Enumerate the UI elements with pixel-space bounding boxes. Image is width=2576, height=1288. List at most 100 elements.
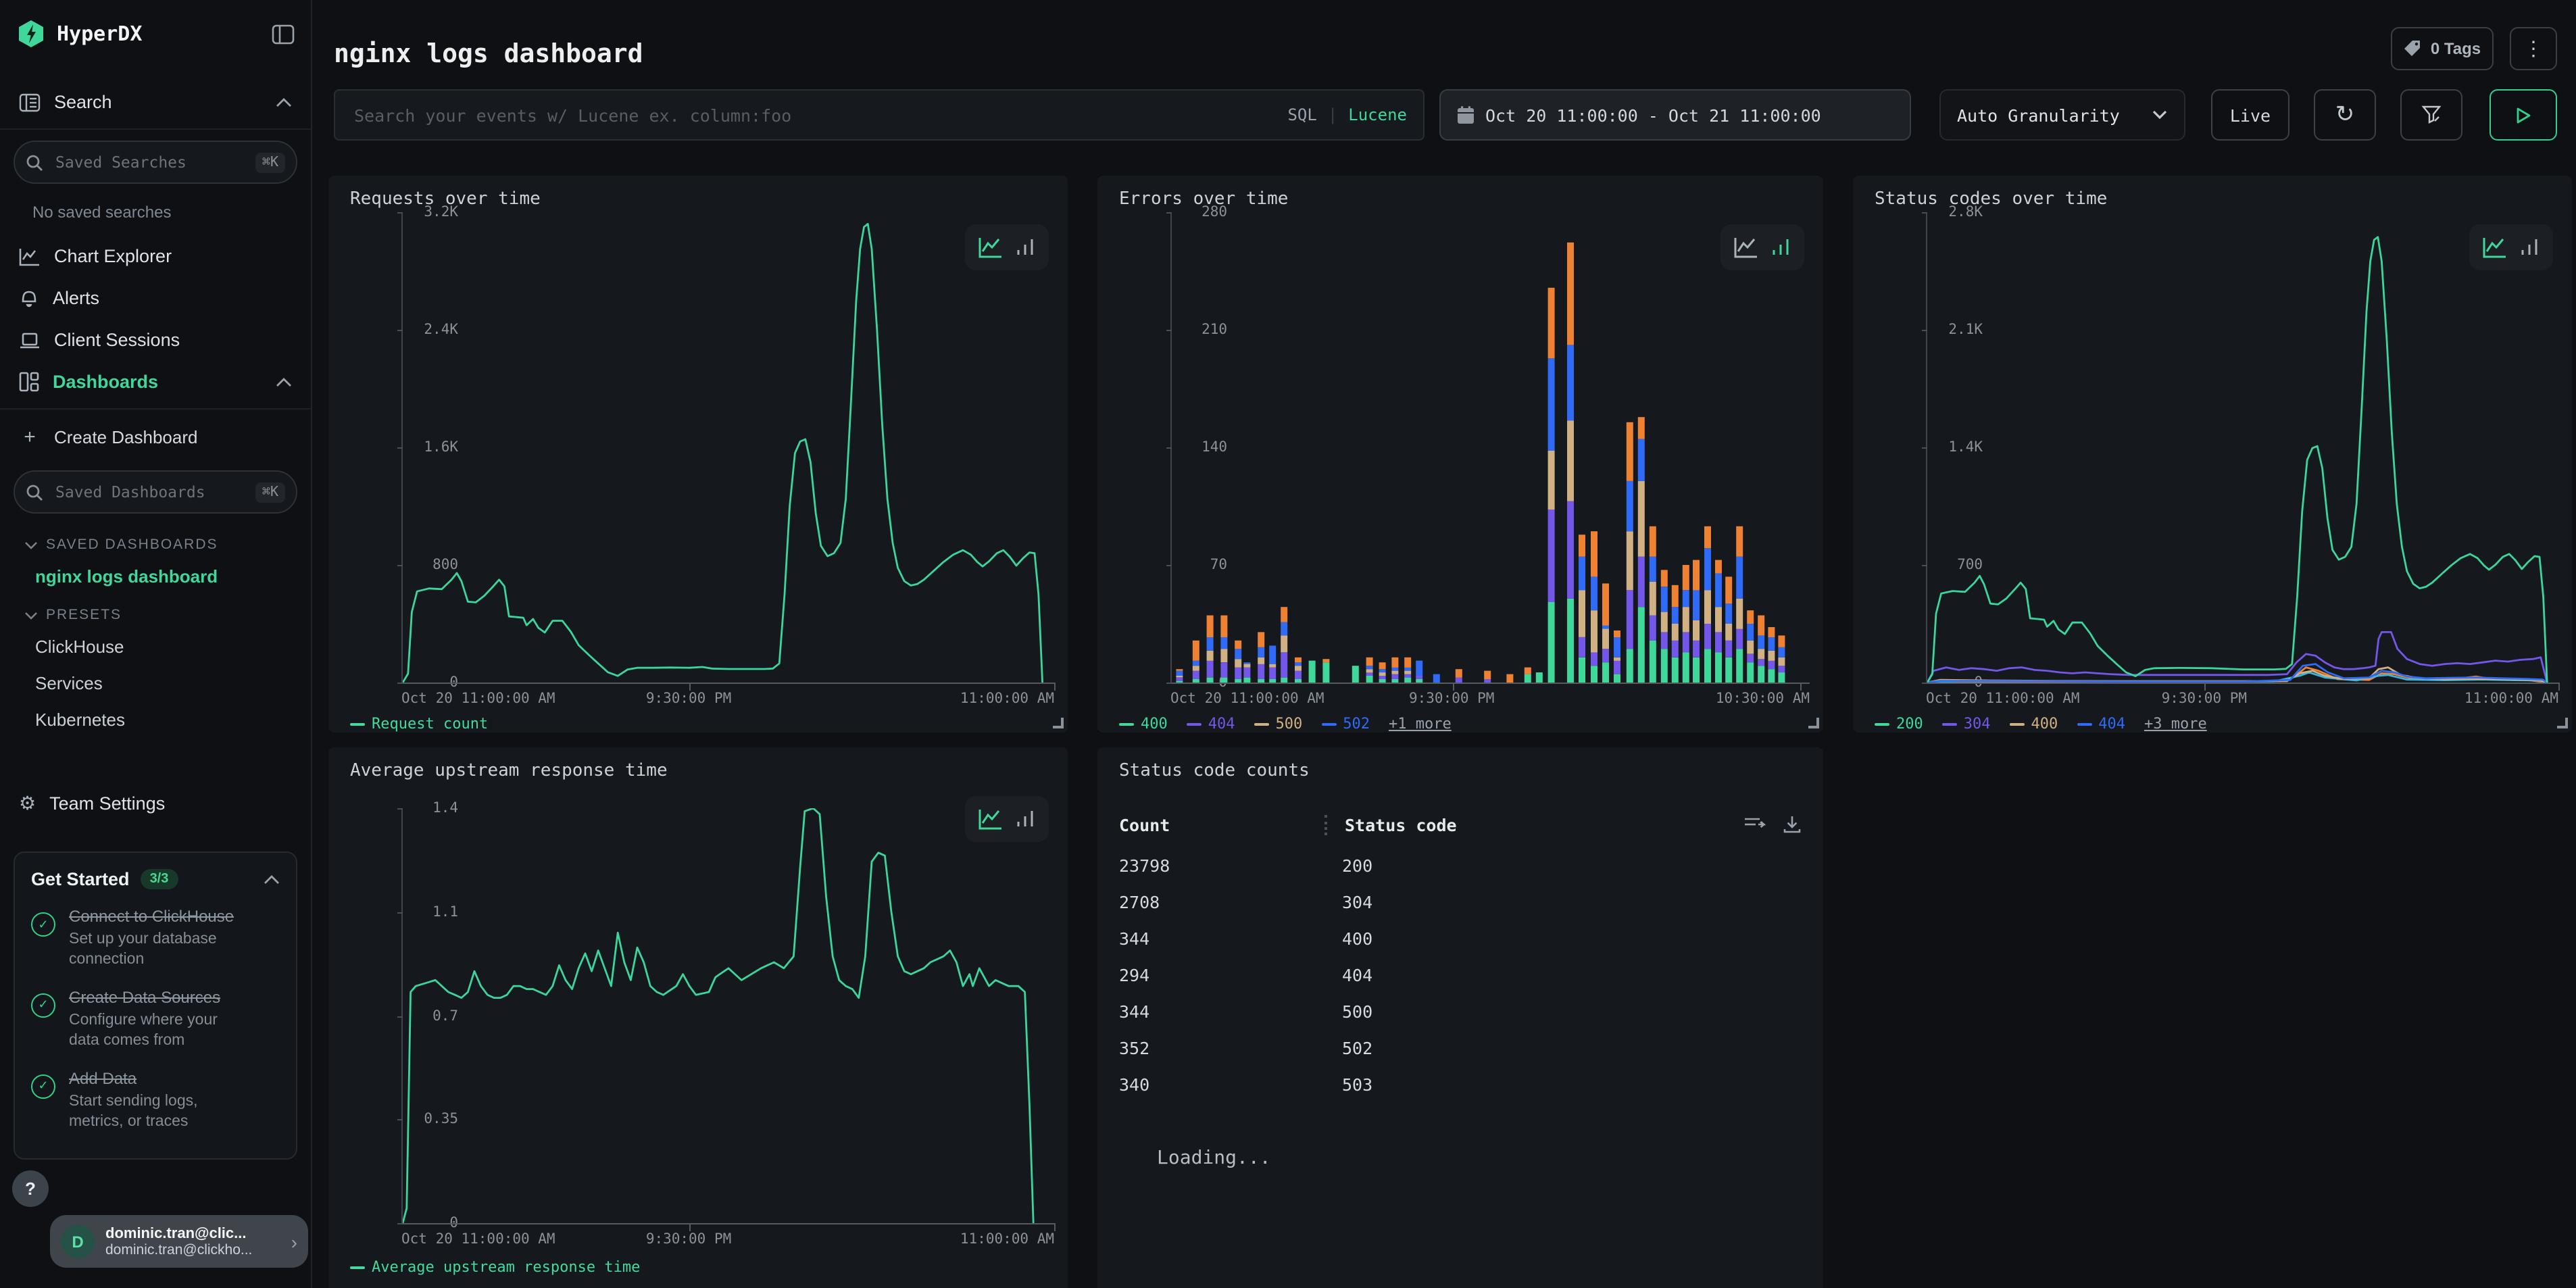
legend-item[interactable]: 200 bbox=[1875, 715, 1923, 733]
chevron-up-icon[interactable] bbox=[264, 874, 280, 885]
filter-button[interactable] bbox=[2400, 89, 2462, 141]
sidebar-item-label: Team Settings bbox=[49, 793, 292, 814]
saved-searches-input[interactable] bbox=[53, 151, 246, 173]
table-row[interactable]: 352502 bbox=[1119, 1030, 1802, 1066]
hyperdx-app: HyperDX Search ⌘K No saved searches Char… bbox=[0, 0, 2576, 1288]
chart-plot[interactable] bbox=[401, 212, 1054, 684]
chevron-up-icon bbox=[276, 376, 292, 387]
chart-type-toggle bbox=[965, 224, 1049, 270]
get-started-item[interactable]: ✓ Create Data Sources Configure where yo… bbox=[31, 985, 280, 1051]
sidebar-item-label: Search bbox=[54, 92, 262, 112]
get-started-item-title: Add Data bbox=[69, 1069, 137, 1088]
table-cell-count: 344 bbox=[1119, 1001, 1342, 1022]
user-account-button[interactable]: D dominic.tran@clic... dominic.tran@clic… bbox=[50, 1215, 308, 1268]
saved-dashboards-header[interactable]: SAVED DASHBOARDS bbox=[0, 524, 311, 558]
legend-item[interactable]: 404 bbox=[2077, 715, 2125, 733]
table-row[interactable]: 340503 bbox=[1119, 1066, 1802, 1103]
table-row[interactable]: 344500 bbox=[1119, 993, 1802, 1030]
line-chart-toggle-icon[interactable] bbox=[1733, 235, 1760, 259]
panel-errors-over-time: Errors over time 280210140700 Oct 20 11:… bbox=[1097, 176, 1823, 733]
date-range-picker[interactable]: Oct 20 11:00:00 - Oct 21 11:00:00 bbox=[1439, 89, 1911, 141]
sidebar-item-search[interactable]: Search bbox=[0, 81, 311, 123]
check-circle-icon: ✓ bbox=[31, 1074, 55, 1099]
lucene-mode-toggle[interactable]: Lucene bbox=[1348, 105, 1407, 124]
x-axis-tick-label: Oct 20 11:00:00 AM bbox=[401, 691, 555, 707]
create-dashboard-button[interactable]: + Create Dashboard bbox=[0, 415, 311, 460]
sidebar-item-clickhouse[interactable]: ClickHouse bbox=[0, 628, 311, 665]
column-header-status-code[interactable]: Status code bbox=[1345, 814, 1457, 835]
column-header-count[interactable]: Count bbox=[1119, 814, 1324, 835]
sidebar-item-client-sessions[interactable]: Client Sessions bbox=[0, 319, 311, 361]
live-button[interactable]: Live bbox=[2211, 89, 2289, 141]
sidebar-item-chart-explorer[interactable]: Chart Explorer bbox=[0, 235, 311, 277]
table-cell-count: 352 bbox=[1119, 1038, 1342, 1058]
sidebar-item-alerts[interactable]: Alerts bbox=[0, 277, 311, 319]
bar-chart-toggle-icon[interactable] bbox=[1015, 237, 1037, 258]
chart-plot[interactable] bbox=[1926, 212, 2558, 684]
sql-mode-toggle[interactable]: SQL bbox=[1287, 105, 1316, 124]
sidebar-item-label: Alerts bbox=[53, 288, 292, 308]
presets-header[interactable]: PRESETS bbox=[0, 595, 311, 628]
column-resize-handle[interactable] bbox=[1324, 814, 1329, 835]
panel-title: Status code counts bbox=[1119, 761, 1310, 781]
legend-item[interactable]: 500 bbox=[1254, 715, 1303, 733]
granularity-select[interactable]: Auto Granularity bbox=[1939, 89, 2185, 141]
sidebar-item-team-settings[interactable]: ⚙ Team Settings bbox=[0, 781, 311, 826]
get-started-item[interactable]: ✓ Connect to ClickHouse Set up your data… bbox=[31, 904, 280, 970]
x-axis-tick-label: Oct 20 11:00:00 AM bbox=[401, 1231, 555, 1247]
sidebar-item-dashboards[interactable]: Dashboards bbox=[0, 361, 311, 403]
sidebar-item-nginx-logs-dashboard[interactable]: nginx logs dashboard bbox=[0, 558, 311, 595]
legend-item[interactable]: 304 bbox=[1942, 715, 1991, 733]
legend-item[interactable]: 400 bbox=[1119, 715, 1168, 733]
table-cell-status-code: 404 bbox=[1342, 965, 1372, 985]
shortcut-badge: ⌘K bbox=[255, 152, 285, 172]
table-cell-count: 340 bbox=[1119, 1074, 1342, 1095]
table-row[interactable]: 344400 bbox=[1119, 920, 1802, 957]
legend-more-link[interactable]: +3 more bbox=[2144, 715, 2207, 733]
help-button[interactable]: ? bbox=[12, 1170, 49, 1207]
run-query-button[interactable] bbox=[2490, 89, 2557, 141]
user-email-primary: dominic.tran@clic... bbox=[105, 1225, 280, 1241]
play-icon bbox=[2515, 106, 2531, 124]
dashboards-icon bbox=[19, 372, 39, 392]
chevron-up-icon bbox=[276, 97, 292, 107]
table-row[interactable]: 2708304 bbox=[1119, 884, 1802, 920]
table-row[interactable]: 23798200 bbox=[1119, 847, 1802, 884]
chart-explorer-icon bbox=[19, 247, 41, 266]
x-axis-tick-label: 11:00:00 AM bbox=[960, 1231, 1054, 1247]
line-chart-toggle-icon[interactable] bbox=[977, 235, 1004, 259]
x-axis-tick-label: 9:30:00 PM bbox=[646, 1231, 731, 1247]
legend-item[interactable]: Request count bbox=[350, 715, 488, 733]
chevron-down-icon bbox=[24, 540, 38, 549]
sidebar-item-label: Dashboards bbox=[53, 372, 262, 392]
chart-plot[interactable] bbox=[1170, 212, 1810, 684]
panel-title: Status codes over time bbox=[1875, 189, 2107, 209]
sidebar-item-kubernetes[interactable]: Kubernetes bbox=[0, 701, 311, 738]
legend-item[interactable]: Average upstream response time bbox=[350, 1258, 640, 1276]
granularity-value: Auto Granularity bbox=[1957, 105, 2120, 125]
table-options-icon[interactable] bbox=[1743, 815, 1766, 834]
legend-item[interactable]: 502 bbox=[1321, 715, 1370, 733]
bar-chart-toggle-icon[interactable] bbox=[2519, 237, 2541, 258]
chart-type-toggle bbox=[1720, 224, 1804, 270]
legend-item[interactable]: 404 bbox=[1187, 715, 1235, 733]
more-options-button[interactable]: ⋮ bbox=[2510, 27, 2557, 70]
saved-dashboards-input[interactable] bbox=[53, 481, 246, 503]
collapse-sidebar-icon[interactable] bbox=[272, 24, 295, 44]
chart-plot[interactable] bbox=[401, 808, 1054, 1224]
line-chart-toggle-icon[interactable] bbox=[977, 807, 1004, 831]
legend-more-link[interactable]: +1 more bbox=[1389, 715, 1452, 733]
refresh-button[interactable]: ↻ bbox=[2314, 89, 2376, 141]
tags-button[interactable]: 0 Tags bbox=[2391, 27, 2494, 70]
bar-chart-toggle-icon[interactable] bbox=[1015, 808, 1037, 830]
sidebar: HyperDX Search ⌘K No saved searches Char… bbox=[0, 0, 312, 1288]
table-row[interactable]: 294404 bbox=[1119, 957, 1802, 993]
legend-item[interactable]: 400 bbox=[2010, 715, 2058, 733]
line-chart-toggle-icon[interactable] bbox=[2481, 235, 2508, 259]
bar-chart-toggle-icon[interactable] bbox=[1770, 237, 1792, 258]
search-section-icon bbox=[19, 93, 41, 112]
download-icon[interactable] bbox=[1783, 815, 1802, 834]
get-started-item[interactable]: ✓ Add Data Start sending logs, metrics, … bbox=[31, 1066, 280, 1133]
event-search-input[interactable] bbox=[351, 103, 1277, 126]
sidebar-item-services[interactable]: Services bbox=[0, 665, 311, 701]
